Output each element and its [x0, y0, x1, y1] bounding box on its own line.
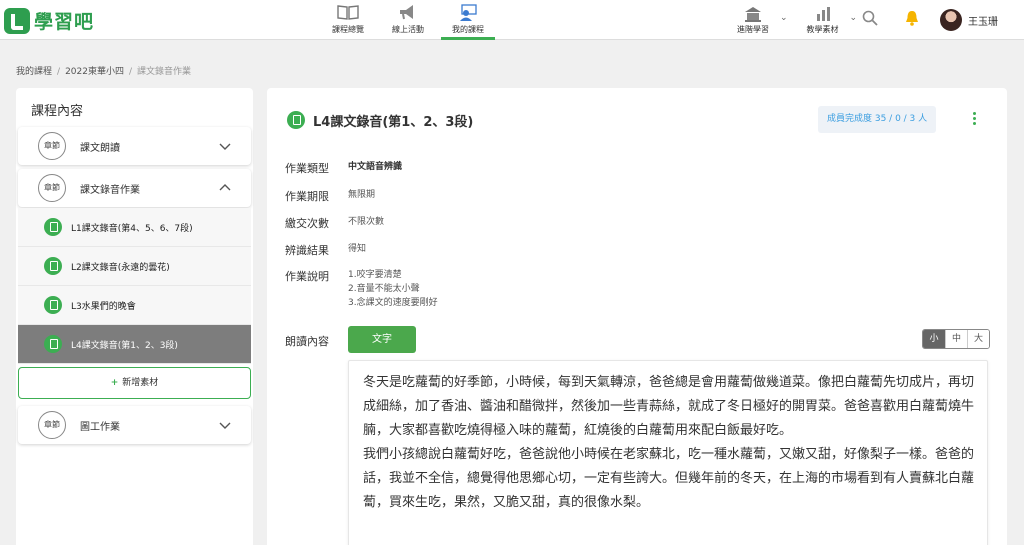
- description-line: 3.念課文的速度要剛好: [348, 298, 438, 308]
- font-size-large-button[interactable]: 大: [967, 330, 989, 348]
- list-item-label: L2課文錄音(永遠的曇花): [71, 262, 170, 273]
- add-material-label: 新增素材: [122, 378, 159, 388]
- field-label: 作業類型: [285, 162, 329, 175]
- list-item-label: L1課文錄音(第4、5、6、7段): [71, 223, 193, 234]
- completion-status[interactable]: 成員完成度 35 / 0 / 3 人: [818, 106, 937, 133]
- field-label: 繳交次數: [285, 217, 329, 230]
- reading-content-label: 朗讀內容: [285, 335, 329, 348]
- field-label: 辨識結果: [285, 244, 329, 257]
- page-title: L4課文錄音(第1、2、3段): [313, 115, 474, 130]
- field-description: 作業說明 1.咬字要清楚 2.音量不能太小聲 3.念課文的速度要剛好: [285, 268, 438, 310]
- field-label: 作業說明: [285, 270, 329, 283]
- list-item[interactable]: L2課文錄音(永遠的曇花): [18, 247, 251, 286]
- reading-text-box: 冬天是吃蘿蔔的好季節，小時候，每到天氣轉涼，爸爸總是會用蘿蔔做幾道菜。像把白蘿蔔…: [348, 360, 988, 545]
- search-icon[interactable]: [862, 10, 878, 26]
- nav-online-activity[interactable]: 線上活動: [378, 0, 438, 40]
- chevron-down-icon: [219, 419, 231, 431]
- chapter-label: 圖工作業: [80, 421, 120, 433]
- book-icon: [318, 4, 378, 24]
- chevron-down-icon: [219, 140, 231, 152]
- more-options-icon[interactable]: [967, 110, 981, 130]
- list-item[interactable]: L3水果們的晚會: [18, 286, 251, 325]
- field-value: 中文語音辨識: [348, 162, 403, 172]
- field-homework-type: 作業類型 中文語音辨識: [285, 160, 402, 176]
- list-item[interactable]: L1課文錄音(第4、5、6、7段): [18, 208, 251, 247]
- chapter-item-list: L1課文錄音(第4、5、6、7段) L2課文錄音(永遠的曇花) L3水果們的晚會…: [18, 208, 251, 364]
- chapter-label: 課文錄音作業: [80, 184, 140, 196]
- sidebar-title: 課程內容: [31, 104, 84, 119]
- description-lines: 1.咬字要清楚 2.音量不能太小聲 3.念課文的速度要剛好: [348, 268, 438, 310]
- plus-icon: +: [110, 378, 119, 388]
- font-size-medium-button[interactable]: 中: [945, 330, 967, 348]
- right-nav: 進階學習 ⌄ 教學素材 ⌄: [728, 0, 867, 40]
- chapter-badge: 章節: [38, 411, 66, 439]
- breadcrumb-separator: /: [57, 67, 61, 77]
- nav-advanced-learning[interactable]: 進階學習 ⌄: [728, 6, 788, 35]
- nav-label: 我的課程: [452, 25, 484, 34]
- main-nav: 課程總覽 線上活動 我的課程: [318, 0, 498, 40]
- breadcrumb-my-courses[interactable]: 我的課程: [16, 67, 52, 77]
- document-icon: [44, 257, 62, 275]
- font-size-toggle: 小 中 大: [922, 329, 990, 349]
- chapter-text-reading[interactable]: 章節 課文朗讀: [18, 127, 251, 165]
- avatar[interactable]: [940, 9, 962, 31]
- add-material-button[interactable]: + 新增素材: [18, 367, 251, 399]
- nav-label: 教學素材: [806, 24, 839, 34]
- bell-icon[interactable]: [905, 10, 919, 30]
- nav-label: 線上活動: [392, 25, 424, 34]
- nav-label: 課程總覽: [332, 25, 364, 34]
- field-deadline: 作業期限 無限期: [285, 188, 375, 204]
- reading-text: 冬天是吃蘿蔔的好季節，小時候，每到天氣轉涼，爸爸總是會用蘿蔔做幾道菜。像把白蘿蔔…: [363, 371, 975, 515]
- course-content-sidebar: 課程內容 章節 課文朗讀 章節 課文錄音作業 L1課文錄音(第4、5、6、7段)…: [16, 88, 253, 545]
- field-value: 不限次數: [348, 217, 385, 227]
- megaphone-icon: [378, 4, 438, 24]
- list-item-label: L3水果們的晚會: [71, 301, 136, 312]
- field-recognition-result: 辨識結果 得知: [285, 242, 366, 258]
- field-label: 作業期限: [285, 190, 329, 203]
- list-item-label: L4課文錄音(第1、2、3段): [71, 340, 178, 351]
- font-size-small-button[interactable]: 小: [923, 330, 945, 348]
- chapter-recording-homework[interactable]: 章節 課文錄音作業: [18, 169, 251, 207]
- description-line: 2.音量不能太小聲: [348, 284, 420, 294]
- list-item-selected[interactable]: L4課文錄音(第1、2、3段): [18, 325, 251, 364]
- field-value: 得知: [348, 244, 367, 254]
- document-icon: [44, 296, 62, 314]
- breadcrumb-current: 課文錄音作業: [137, 67, 192, 77]
- user-name[interactable]: 王玉珊: [968, 13, 998, 28]
- chapter-badge: 章節: [38, 132, 66, 160]
- teacher-icon: [438, 4, 498, 24]
- nav-label: 進階學習: [737, 24, 769, 34]
- breadcrumb: 我的課程 / 2022東華小四 / 課文錄音作業: [16, 64, 191, 77]
- chevron-down-icon: ⌄: [849, 12, 858, 23]
- document-icon: [287, 111, 305, 129]
- nav-teaching-materials[interactable]: 教學素材 ⌄: [798, 6, 858, 35]
- nav-my-courses[interactable]: 我的課程: [438, 0, 498, 40]
- logo-text: 學習吧: [34, 11, 95, 33]
- homework-detail-panel: L4課文錄音(第1、2、3段) 成員完成度 35 / 0 / 3 人 作業類型 …: [267, 88, 1007, 545]
- reading-paragraph: 冬天是吃蘿蔔的好季節，小時候，每到天氣轉涼，爸爸總是會用蘿蔔做幾道菜。像把白蘿蔔…: [363, 375, 975, 438]
- logo-icon: [4, 7, 30, 34]
- document-icon: [44, 335, 62, 353]
- field-value: 無限期: [348, 190, 376, 200]
- document-icon: [44, 218, 62, 236]
- field-submission-count: 繳交次數 不限次數: [285, 215, 384, 231]
- text-button[interactable]: 文字: [348, 326, 416, 353]
- building-icon: [728, 6, 778, 24]
- chevron-down-icon: ⌄: [780, 12, 788, 23]
- top-bar: 學習吧 課程總覽 線上活動 我的課程 進階學習 ⌄ 教學素材 ⌄ 王玉珊: [0, 0, 1024, 40]
- breadcrumb-course[interactable]: 2022東華小四: [65, 67, 124, 77]
- bar-chart-icon: [798, 6, 848, 24]
- breadcrumb-separator: /: [128, 67, 133, 77]
- reading-paragraph: 我們小孩總說白蘿蔔好吃，爸爸說他小時候在老家蘇北，吃一種水蘿蔔，又嫩又甜，好像梨…: [363, 447, 975, 510]
- description-line: 1.咬字要清楚: [348, 270, 402, 280]
- chevron-up-icon: [219, 182, 231, 194]
- nav-course-overview[interactable]: 課程總覽: [318, 0, 378, 40]
- chapter-badge: 章節: [38, 174, 66, 202]
- logo[interactable]: 學習吧: [4, 7, 94, 34]
- chapter-label: 課文朗讀: [80, 142, 120, 154]
- chapter-art-homework[interactable]: 章節 圖工作業: [18, 406, 251, 444]
